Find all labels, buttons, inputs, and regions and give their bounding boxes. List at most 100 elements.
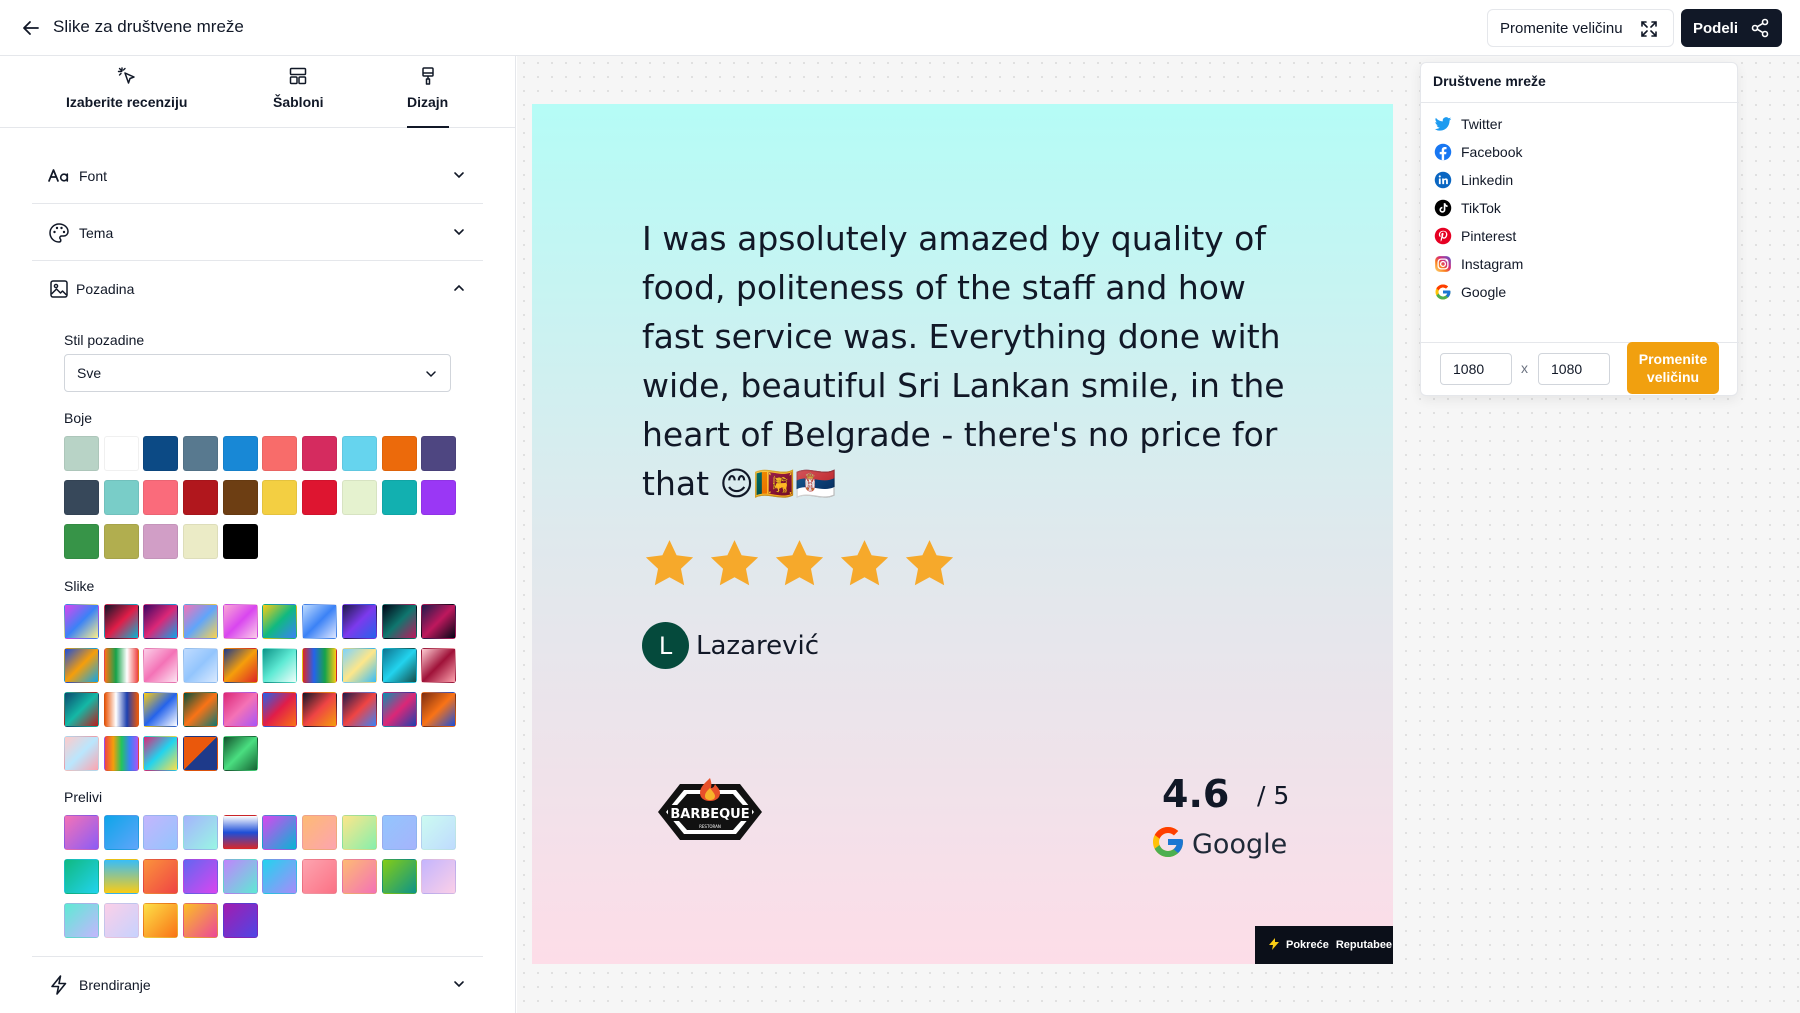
image-swatch[interactable] [381, 604, 417, 639]
color-swatch[interactable] [183, 436, 219, 471]
gradient-swatch[interactable] [64, 815, 99, 850]
color-swatch[interactable] [421, 480, 457, 515]
dropdown-item-linkedin[interactable]: Linkedin [1433, 166, 1723, 194]
image-swatch[interactable] [222, 736, 258, 771]
share-button[interactable]: Podeli [1681, 9, 1782, 47]
tab-select-review[interactable]: Izaberite recenziju [66, 66, 187, 110]
gradient-swatch[interactable] [103, 815, 139, 850]
image-swatch[interactable] [103, 648, 139, 683]
tab-design[interactable]: Dizajn [407, 66, 448, 110]
gradient-swatch[interactable] [222, 903, 258, 938]
image-swatch[interactable] [262, 692, 298, 727]
image-swatch[interactable] [341, 604, 377, 639]
color-swatch[interactable] [103, 480, 139, 515]
image-swatch[interactable] [183, 604, 219, 639]
powered-by-badge[interactable]: Pokreće Reputabee [1255, 926, 1393, 964]
color-swatch[interactable] [262, 480, 298, 515]
image-swatch[interactable] [302, 692, 338, 727]
image-swatch[interactable] [103, 736, 139, 771]
image-swatch[interactable] [341, 692, 377, 727]
image-swatch[interactable] [341, 648, 377, 683]
color-swatch[interactable] [64, 436, 99, 471]
dropdown-item-twitter[interactable]: Twitter [1433, 110, 1723, 138]
back-arrow-icon[interactable] [19, 16, 43, 40]
color-swatch[interactable] [183, 480, 219, 515]
image-swatch[interactable] [421, 692, 457, 727]
image-swatch[interactable] [421, 648, 457, 683]
color-swatch[interactable] [222, 480, 258, 515]
image-swatch[interactable] [143, 736, 179, 771]
color-swatch[interactable] [341, 436, 377, 471]
image-swatch[interactable] [302, 604, 338, 639]
color-swatch[interactable] [143, 480, 179, 515]
color-swatch[interactable] [302, 436, 338, 471]
gradient-swatch[interactable] [341, 815, 377, 850]
gradient-swatch[interactable] [381, 815, 417, 850]
background-style-select[interactable]: Sve [64, 354, 451, 392]
image-swatch[interactable] [103, 604, 139, 639]
color-swatch[interactable] [103, 524, 139, 559]
image-swatch[interactable] [183, 736, 219, 771]
dropdown-item-facebook[interactable]: Facebook [1433, 138, 1723, 166]
image-swatch[interactable] [381, 692, 417, 727]
color-swatch[interactable] [64, 524, 99, 559]
color-swatch[interactable] [183, 524, 219, 559]
image-swatch[interactable] [64, 648, 99, 683]
color-swatch[interactable] [302, 480, 338, 515]
gradient-swatch[interactable] [222, 815, 258, 850]
gradient-swatch[interactable] [262, 815, 298, 850]
image-swatch[interactable] [381, 648, 417, 683]
image-swatch[interactable] [183, 648, 219, 683]
gradient-swatch[interactable] [143, 859, 179, 894]
dropdown-item-instagram[interactable]: Instagram [1433, 250, 1723, 278]
dropdown-item-tiktok[interactable]: TikTok [1433, 194, 1723, 222]
dropdown-item-google[interactable]: Google [1433, 278, 1723, 306]
image-swatch[interactable] [143, 692, 179, 727]
gradient-swatch[interactable] [103, 903, 139, 938]
tab-templates[interactable]: Šabloni [273, 66, 324, 110]
image-swatch[interactable] [262, 648, 298, 683]
image-swatch[interactable] [222, 604, 258, 639]
height-input[interactable] [1538, 353, 1610, 385]
image-swatch[interactable] [64, 604, 99, 639]
section-background[interactable]: Pozadina [32, 261, 483, 317]
section-theme[interactable]: Tema [32, 205, 483, 261]
color-swatch[interactable] [143, 436, 179, 471]
image-swatch[interactable] [421, 604, 457, 639]
image-swatch[interactable] [262, 604, 298, 639]
gradient-swatch[interactable] [143, 903, 179, 938]
image-swatch[interactable] [64, 692, 99, 727]
section-font[interactable]: Font [32, 148, 483, 204]
gradient-swatch[interactable] [183, 903, 219, 938]
gradient-swatch[interactable] [222, 859, 258, 894]
color-swatch[interactable] [381, 480, 417, 515]
width-input[interactable] [1440, 353, 1512, 385]
gradient-swatch[interactable] [302, 859, 338, 894]
gradient-swatch[interactable] [64, 903, 99, 938]
image-swatch[interactable] [103, 692, 139, 727]
resize-button[interactable]: Promenite veličinu [1487, 9, 1674, 47]
color-swatch[interactable] [143, 524, 179, 559]
image-swatch[interactable] [143, 604, 179, 639]
color-swatch[interactable] [103, 436, 139, 471]
image-swatch[interactable] [64, 736, 99, 771]
gradient-swatch[interactable] [103, 859, 139, 894]
color-swatch[interactable] [381, 436, 417, 471]
color-swatch[interactable] [64, 480, 99, 515]
image-swatch[interactable] [302, 648, 338, 683]
gradient-swatch[interactable] [183, 859, 219, 894]
gradient-swatch[interactable] [143, 815, 179, 850]
color-swatch[interactable] [421, 436, 457, 471]
color-swatch[interactable] [222, 524, 258, 559]
apply-resize-button[interactable]: Promenite veličinu [1627, 342, 1719, 394]
image-swatch[interactable] [222, 692, 258, 727]
gradient-swatch[interactable] [421, 859, 457, 894]
section-branding[interactable]: Brendiranje [32, 956, 483, 1012]
gradient-swatch[interactable] [381, 859, 417, 894]
color-swatch[interactable] [262, 436, 298, 471]
image-swatch[interactable] [183, 692, 219, 727]
gradient-swatch[interactable] [341, 859, 377, 894]
gradient-swatch[interactable] [64, 859, 99, 894]
color-swatch[interactable] [222, 436, 258, 471]
dropdown-item-pinterest[interactable]: Pinterest [1433, 222, 1723, 250]
